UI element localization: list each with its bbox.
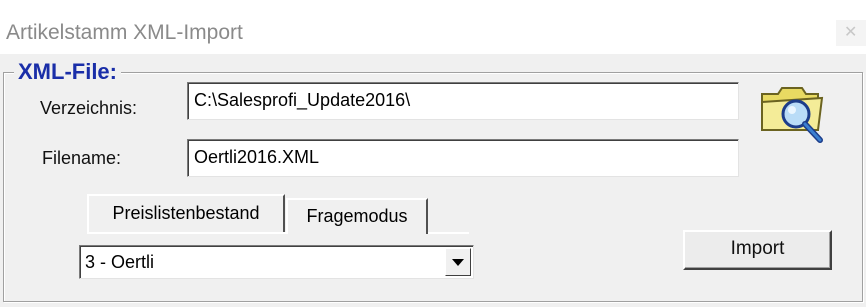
tab-fragemodus[interactable]: Fragemodus: [286, 198, 428, 234]
chevron-down-icon: [452, 259, 464, 266]
dropdown-button[interactable]: [445, 248, 471, 276]
import-button[interactable]: Import: [683, 230, 832, 270]
filename-label: Filename:: [42, 148, 122, 168]
pricelist-select[interactable]: 3 - Oertli: [79, 245, 474, 279]
pricelist-select-value: 3 - Oertli: [85, 252, 155, 272]
groupbox-legend: XML-File:: [14, 60, 121, 84]
close-icon: ✕: [844, 24, 858, 41]
close-button[interactable]: ✕: [836, 20, 866, 46]
window-title: Artikelstamm XML-Import: [6, 21, 243, 44]
filename-input[interactable]: Oertli2016.XML: [187, 139, 739, 177]
verzeichnis-label: Verzeichnis:: [40, 98, 138, 118]
folder-search-icon: [761, 87, 824, 143]
verzeichnis-input[interactable]: C:\Salesprofi_Update2016\: [187, 82, 739, 120]
tab-preislistenbestand[interactable]: Preislistenbestand: [87, 194, 285, 232]
top-strip: [0, 0, 866, 8]
browse-folder-button[interactable]: [758, 80, 830, 146]
title-bar: Artikelstamm XML-Import ✕: [0, 8, 866, 54]
